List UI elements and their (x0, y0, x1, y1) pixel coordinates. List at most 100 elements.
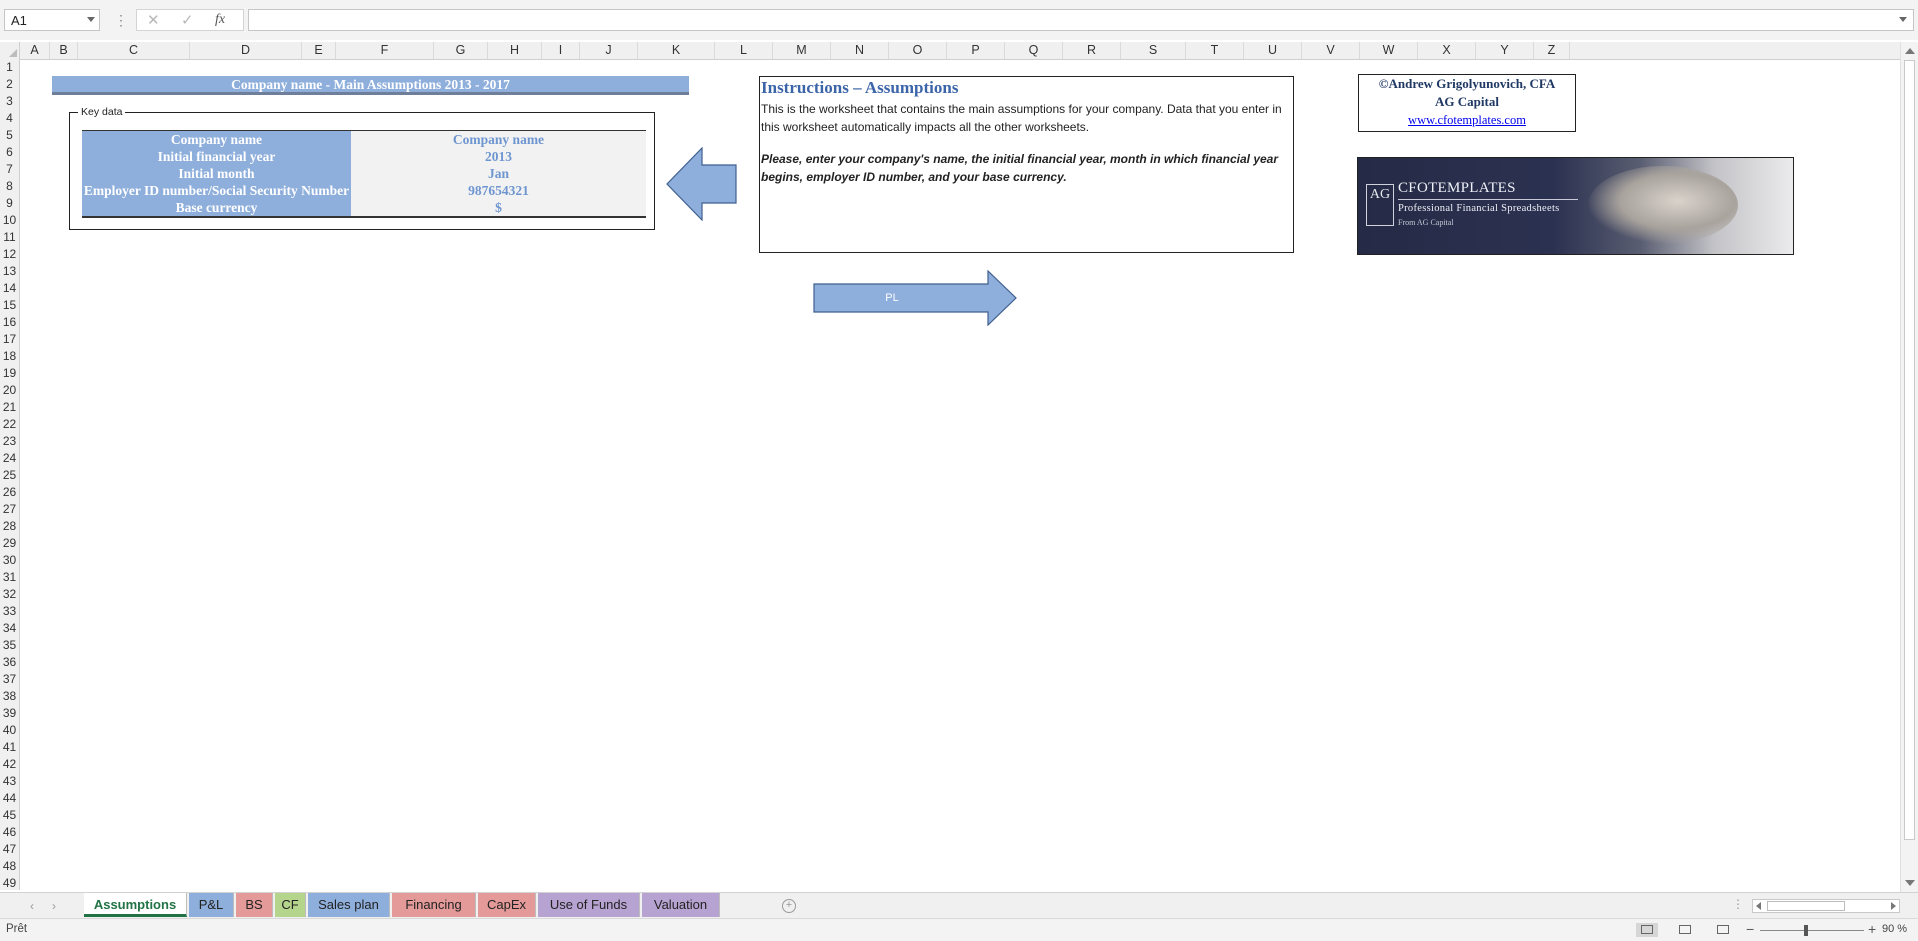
add-sheet-icon[interactable]: + (782, 899, 796, 913)
page-layout-view-icon[interactable] (1674, 923, 1696, 937)
row-header[interactable]: 34 (0, 620, 19, 637)
row-header[interactable]: 29 (0, 535, 19, 552)
row-header[interactable]: 33 (0, 603, 19, 620)
name-box-dropdown-icon[interactable] (87, 17, 95, 22)
zoom-in-icon[interactable]: + (1868, 921, 1876, 937)
row-header[interactable]: 16 (0, 314, 19, 331)
row-header[interactable]: 47 (0, 841, 19, 858)
row-header[interactable]: 40 (0, 722, 19, 739)
row-header[interactable]: 6 (0, 144, 19, 161)
row-header[interactable]: 30 (0, 552, 19, 569)
name-box[interactable]: A1 (4, 9, 100, 31)
row-header[interactable]: 2 (0, 76, 19, 93)
cancel-icon[interactable]: ✕ (147, 11, 160, 29)
vertical-scrollbar[interactable] (1900, 42, 1918, 892)
row-header[interactable]: 21 (0, 399, 19, 416)
insert-function-icon[interactable]: fx (215, 12, 225, 28)
more-options-icon[interactable]: ⋮ (114, 12, 128, 29)
sheet-tab[interactable]: Assumptions (84, 893, 187, 917)
row-header[interactable]: 24 (0, 450, 19, 467)
row-header[interactable]: 1 (0, 59, 19, 76)
row-header[interactable]: 28 (0, 518, 19, 535)
row-header[interactable]: 17 (0, 331, 19, 348)
column-header[interactable]: A (20, 42, 50, 59)
row-header[interactable]: 8 (0, 178, 19, 195)
column-header[interactable]: Z (1534, 42, 1570, 59)
row-header[interactable]: 13 (0, 263, 19, 280)
back-arrow-shape[interactable] (666, 147, 738, 221)
column-header[interactable]: K (638, 42, 715, 59)
row-header[interactable]: 18 (0, 348, 19, 365)
column-header[interactable]: D (190, 42, 302, 59)
key-data-value-year[interactable]: 2013 (351, 148, 646, 165)
horizontal-scroll-thumb[interactable] (1767, 901, 1845, 911)
scroll-up-icon[interactable] (1905, 48, 1915, 54)
key-data-value-employer-id[interactable]: 987654321 (351, 182, 646, 199)
column-header[interactable]: T (1186, 42, 1244, 59)
row-header[interactable]: 9 (0, 195, 19, 212)
row-header[interactable]: 45 (0, 807, 19, 824)
page-break-view-icon[interactable] (1712, 923, 1734, 937)
row-header[interactable]: 37 (0, 671, 19, 688)
column-header[interactable]: F (336, 42, 434, 59)
row-header[interactable]: 12 (0, 246, 19, 263)
column-header[interactable]: U (1244, 42, 1302, 59)
zoom-level[interactable]: 90 % (1882, 923, 1907, 935)
column-header[interactable]: E (302, 42, 336, 59)
row-header[interactable]: 25 (0, 467, 19, 484)
zoom-slider[interactable] (1760, 930, 1864, 931)
normal-view-icon[interactable] (1636, 923, 1658, 937)
pl-arrow-button[interactable]: PL (813, 269, 1018, 327)
column-header[interactable]: N (831, 42, 889, 59)
tab-splitter-icon[interactable]: ⋮ (1732, 897, 1744, 911)
row-header[interactable]: 3 (0, 93, 19, 110)
row-header[interactable]: 5 (0, 127, 19, 144)
sheet-tab[interactable]: P&L (189, 893, 234, 917)
vertical-scroll-thumb[interactable] (1904, 60, 1915, 840)
row-header[interactable]: 38 (0, 688, 19, 705)
column-header[interactable]: Q (1005, 42, 1063, 59)
zoom-out-icon[interactable]: − (1746, 921, 1754, 937)
horizontal-scrollbar[interactable] (1752, 899, 1900, 913)
column-header[interactable]: V (1302, 42, 1360, 59)
row-header[interactable]: 49 (0, 875, 19, 892)
row-header[interactable]: 35 (0, 637, 19, 654)
column-header[interactable]: M (773, 42, 831, 59)
row-header[interactable]: 7 (0, 161, 19, 178)
key-data-value-month[interactable]: Jan (351, 165, 646, 182)
row-header[interactable]: 27 (0, 501, 19, 518)
column-header[interactable]: B (50, 42, 78, 59)
expand-formula-bar-icon[interactable] (1899, 17, 1907, 22)
prev-sheet-icon[interactable]: ‹ (30, 899, 34, 913)
column-header[interactable]: X (1418, 42, 1476, 59)
sheet-tab[interactable]: Use of Funds (538, 893, 640, 917)
row-header[interactable]: 11 (0, 229, 19, 246)
row-header[interactable]: 44 (0, 790, 19, 807)
sheet-tab[interactable]: Valuation (642, 893, 720, 917)
column-header[interactable]: H (488, 42, 542, 59)
scroll-down-icon[interactable] (1905, 880, 1915, 886)
sheet-tab[interactable]: CapEx (478, 893, 536, 917)
zoom-slider-thumb[interactable] (1804, 925, 1808, 936)
row-header[interactable]: 42 (0, 756, 19, 773)
row-header[interactable]: 15 (0, 297, 19, 314)
column-header[interactable]: G (434, 42, 488, 59)
sheet-tab[interactable]: Financing (392, 893, 476, 917)
row-header[interactable]: 39 (0, 705, 19, 722)
row-header[interactable]: 14 (0, 280, 19, 297)
column-header[interactable]: Y (1476, 42, 1534, 59)
sheet-tab[interactable]: Sales plan (308, 893, 390, 917)
select-all-corner[interactable] (0, 42, 20, 59)
key-data-value-company[interactable]: Company name (351, 131, 646, 148)
row-header[interactable]: 32 (0, 586, 19, 603)
formula-input[interactable] (248, 9, 1914, 31)
row-header[interactable]: 22 (0, 416, 19, 433)
column-header[interactable]: R (1063, 42, 1121, 59)
column-header[interactable]: J (580, 42, 638, 59)
column-header[interactable]: S (1121, 42, 1186, 59)
row-header[interactable]: 23 (0, 433, 19, 450)
credit-link[interactable]: www.cfotemplates.com (1359, 111, 1575, 129)
column-header[interactable]: O (889, 42, 947, 59)
column-header[interactable]: I (542, 42, 580, 59)
scroll-right-icon[interactable] (1891, 902, 1896, 910)
